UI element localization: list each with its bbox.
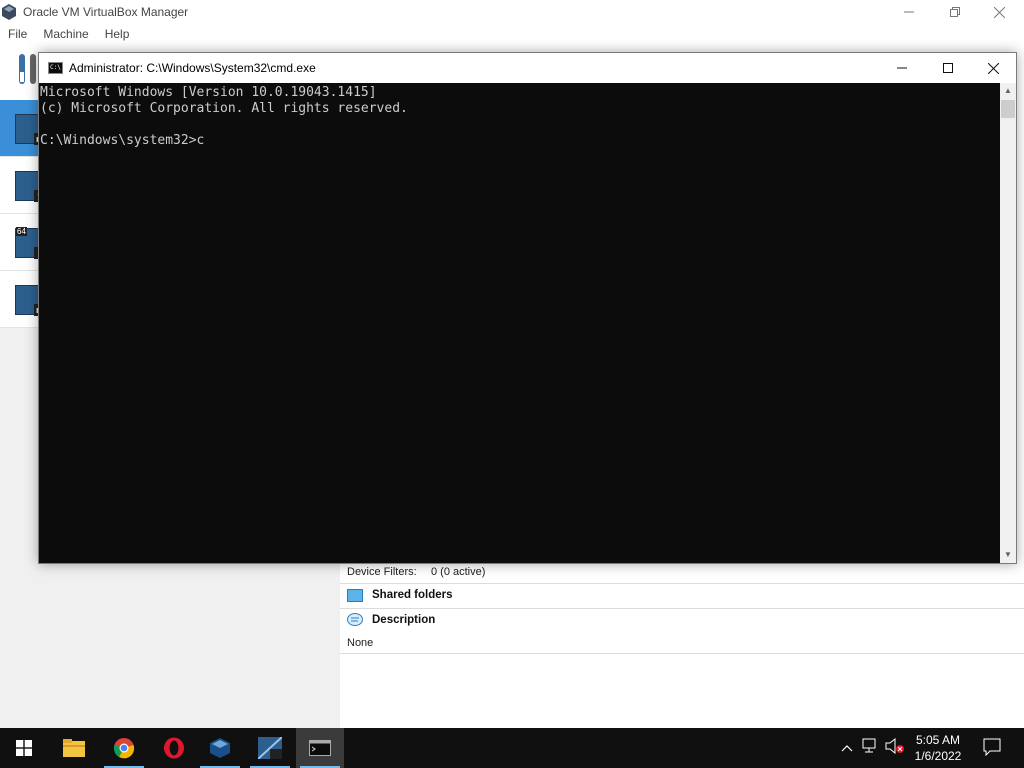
menu-help[interactable]: Help (97, 24, 138, 44)
cmd-title-bar[interactable]: C:\ Administrator: C:\Windows\System32\c… (39, 53, 1016, 83)
notification-icon (983, 738, 1001, 757)
taskbar-file-explorer[interactable] (50, 728, 98, 768)
vbox-title-bar[interactable]: Oracle VM VirtualBox Manager (0, 0, 1024, 24)
close-icon (987, 62, 999, 74)
cmd-minimize-button[interactable] (879, 53, 925, 83)
taskbar-opera[interactable] (150, 728, 198, 768)
shared-folders-title: Shared folders (372, 589, 453, 601)
cmd-window-title: Administrator: C:\Windows\System32\cmd.e… (69, 61, 316, 75)
network-monitor-icon (862, 738, 876, 753)
folder-icon (63, 739, 85, 757)
chevron-up-icon (841, 745, 853, 752)
cmd-app-icon: C:\ (48, 62, 63, 74)
cmd-scrollbar[interactable]: ▲ ▼ (1000, 83, 1016, 563)
taskbar-clock[interactable]: 5:05 AM 1/6/2022 (906, 732, 970, 766)
taskbar: 5:05 AM 1/6/2022 (0, 728, 1024, 768)
cmd-icon (309, 740, 331, 756)
network-icon[interactable] (861, 738, 881, 758)
chrome-icon (113, 738, 135, 759)
maximize-icon (943, 63, 953, 73)
speech-bubble-icon (347, 613, 363, 626)
folder-icon (347, 589, 363, 602)
vbox-menu-bar: File Machine Help (0, 24, 1024, 44)
vm-window-icon (258, 737, 282, 759)
scroll-thumb[interactable] (1001, 100, 1015, 118)
minimize-icon (897, 67, 907, 69)
cmd-close-button[interactable] (970, 53, 1016, 83)
restore-icon (950, 7, 960, 17)
console-prompt-line: C:\Windows\system32>c (40, 133, 205, 148)
vbox-close-button[interactable] (976, 0, 1022, 24)
scroll-down-arrow-icon[interactable]: ▼ (1000, 547, 1016, 563)
windows-logo-icon (16, 740, 32, 756)
description-title: Description (372, 614, 436, 626)
taskbar-cmd[interactable] (296, 728, 344, 768)
volume-muted-icon[interactable] (885, 737, 905, 758)
menu-machine[interactable]: Machine (35, 24, 96, 44)
cmd-maximize-button[interactable] (925, 53, 971, 83)
tools-icon[interactable] (16, 52, 40, 88)
clock-time: 5:05 AM (915, 733, 961, 747)
start-button[interactable] (0, 728, 48, 768)
device-filters-value: 0 (0 active) (431, 566, 486, 578)
taskbar-vm-window[interactable] (246, 728, 294, 768)
description-section[interactable]: Description (340, 608, 1024, 632)
virtualbox-app-icon (2, 4, 16, 20)
shared-folders-section[interactable]: Shared folders (340, 583, 1024, 607)
action-center-icon[interactable] (982, 738, 1002, 758)
console-line: (c) Microsoft Corporation. All rights re… (40, 101, 408, 116)
vbox-window-title: Oracle VM VirtualBox Manager (23, 5, 189, 19)
scroll-up-arrow-icon[interactable]: ▲ (1000, 83, 1016, 99)
cmd-window: C:\ Administrator: C:\Windows\System32\c… (38, 52, 1017, 564)
vbox-restore-button[interactable] (932, 0, 978, 24)
console-output[interactable]: Microsoft Windows [Version 10.0.19043.14… (39, 83, 1000, 563)
vm-64bit-label: 64 (16, 227, 27, 236)
virtualbox-icon (210, 738, 230, 758)
close-icon (993, 6, 1005, 18)
device-filters-label: Device Filters: (347, 566, 417, 578)
description-value: None (347, 637, 374, 649)
divider (340, 653, 1024, 654)
clock-date: 1/6/2022 (914, 749, 962, 763)
taskbar-chrome[interactable] (100, 728, 148, 768)
opera-icon (164, 737, 184, 759)
console-line: Microsoft Windows [Version 10.0.19043.14… (40, 85, 377, 100)
vbox-minimize-button[interactable] (886, 0, 932, 24)
menu-file[interactable]: File (0, 24, 35, 44)
show-hidden-icons-chevron-icon[interactable] (837, 738, 857, 758)
speaker-muted-icon (885, 737, 904, 755)
taskbar-virtualbox[interactable] (196, 728, 244, 768)
minimize-icon (904, 11, 914, 13)
